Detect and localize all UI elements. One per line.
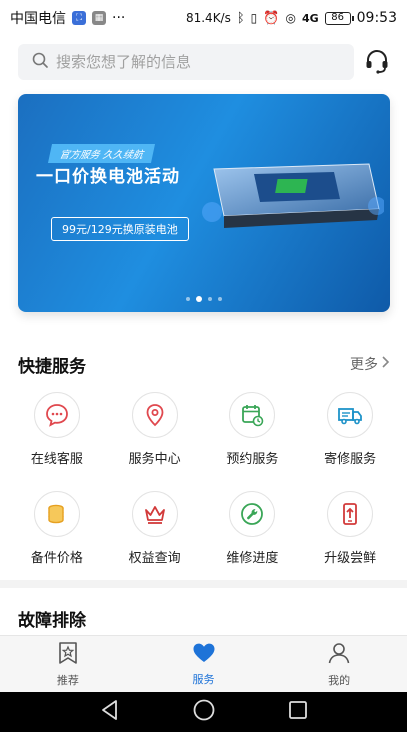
service-appointment[interactable]: 预约服务 (204, 392, 302, 467)
crown-icon (131, 491, 178, 537)
phone-battery-illustration (194, 154, 386, 248)
battery-level: 86 (331, 12, 344, 23)
more-notifications-icon: ··· (112, 10, 126, 26)
clock: 09:53 (356, 10, 397, 26)
tab-recommend[interactable]: 推荐 (0, 636, 136, 692)
search-bar[interactable] (18, 44, 354, 80)
chat-icon (33, 392, 80, 438)
customer-service-button[interactable] (360, 46, 394, 80)
service-benefits-query[interactable]: 权益查询 (106, 491, 204, 566)
search-input[interactable] (56, 53, 326, 71)
notification-app-icon: ⛶ (72, 11, 86, 25)
back-icon[interactable] (100, 699, 120, 725)
banner-title: 一口价换电池活动 (36, 167, 180, 187)
banner-pagination (18, 296, 390, 302)
coins-icon (33, 491, 80, 537)
section-divider (0, 580, 407, 588)
troubleshooting-title: 故障排除 (18, 611, 86, 631)
phone-upgrade-icon (327, 491, 374, 537)
alarm-icon: ⏰ (263, 10, 280, 26)
service-label: 预约服务 (226, 452, 279, 467)
service-label: 备件价格 (30, 551, 83, 566)
service-parts-price[interactable]: 备件价格 (8, 491, 106, 566)
service-upgrade-beta[interactable]: 升级尝鲜 (301, 491, 399, 566)
tab-mine[interactable]: 我的 (271, 636, 407, 692)
carrier-label: 中国电信 (10, 11, 66, 27)
section-title: 快捷服务 (18, 356, 86, 377)
recents-icon[interactable] (288, 700, 308, 724)
status-bar: 中国电信 ⛶ ▦ ··· 81.4K/s ᛒ ▯ ⏰ ◎ 4G 86 09:53 (0, 0, 407, 36)
tab-label: 推荐 (56, 673, 79, 687)
banner-dot-active[interactable] (196, 296, 202, 302)
service-online-support[interactable]: 在线客服 (8, 392, 106, 467)
eye-comfort-icon: ◎ (285, 11, 296, 25)
service-label: 权益查询 (128, 551, 181, 566)
headset-icon (363, 47, 391, 79)
truck-icon (327, 392, 374, 438)
service-label: 在线客服 (30, 452, 83, 467)
bookmark-star-icon (57, 641, 79, 668)
service-repair-progress[interactable]: 维修进度 (204, 491, 302, 566)
location-pin-icon (131, 392, 178, 438)
quick-services-header: 快捷服务 更多 (18, 350, 390, 378)
quick-services-grid: 在线客服 服务中心 预约服务 寄修服务 备件价格 权益查询 维修进度 升级尝鲜 (8, 392, 399, 566)
vibrate-icon: ▯ (250, 11, 258, 25)
service-label: 维修进度 (226, 551, 279, 566)
search-row (0, 44, 407, 80)
chevron-right-icon (382, 356, 390, 372)
network-speed: 81.4K/s (185, 11, 231, 25)
network-type: 4G (301, 11, 319, 25)
wrench-icon (229, 491, 276, 537)
heart-icon (192, 642, 216, 667)
system-navigation-bar (0, 692, 407, 732)
banner-price-pill: 99元/129元换原装电池 (51, 217, 189, 241)
service-label: 服务中心 (128, 452, 181, 467)
home-icon[interactable] (192, 698, 216, 726)
bluetooth-icon: ᛒ (236, 10, 245, 26)
bottom-tab-bar: 推荐 服务 我的 (0, 635, 407, 692)
calendar-icon (229, 392, 276, 438)
banner-dot[interactable] (208, 297, 212, 301)
tab-label: 我的 (328, 673, 351, 687)
service-mail-in-repair[interactable]: 寄修服务 (301, 392, 399, 467)
service-center[interactable]: 服务中心 (106, 392, 204, 467)
more-link[interactable]: 更多 (350, 354, 390, 374)
more-label: 更多 (350, 357, 378, 373)
promo-banner[interactable]: 官方服务 久久续航 一口价换电池活动 99元/129元换原装电池 (18, 94, 390, 312)
person-icon (327, 641, 351, 668)
service-label: 升级尝鲜 (324, 551, 377, 566)
battery-icon: 86 (324, 11, 354, 25)
tab-service[interactable]: 服务 (136, 636, 272, 692)
banner-tag: 官方服务 久久续航 (47, 144, 156, 163)
tab-label: 服务 (192, 672, 215, 686)
qr-notification-icon: ▦ (92, 11, 106, 25)
banner-dot[interactable] (186, 297, 190, 301)
banner-dot[interactable] (218, 297, 222, 301)
service-label: 寄修服务 (324, 452, 377, 467)
search-icon (32, 52, 48, 72)
